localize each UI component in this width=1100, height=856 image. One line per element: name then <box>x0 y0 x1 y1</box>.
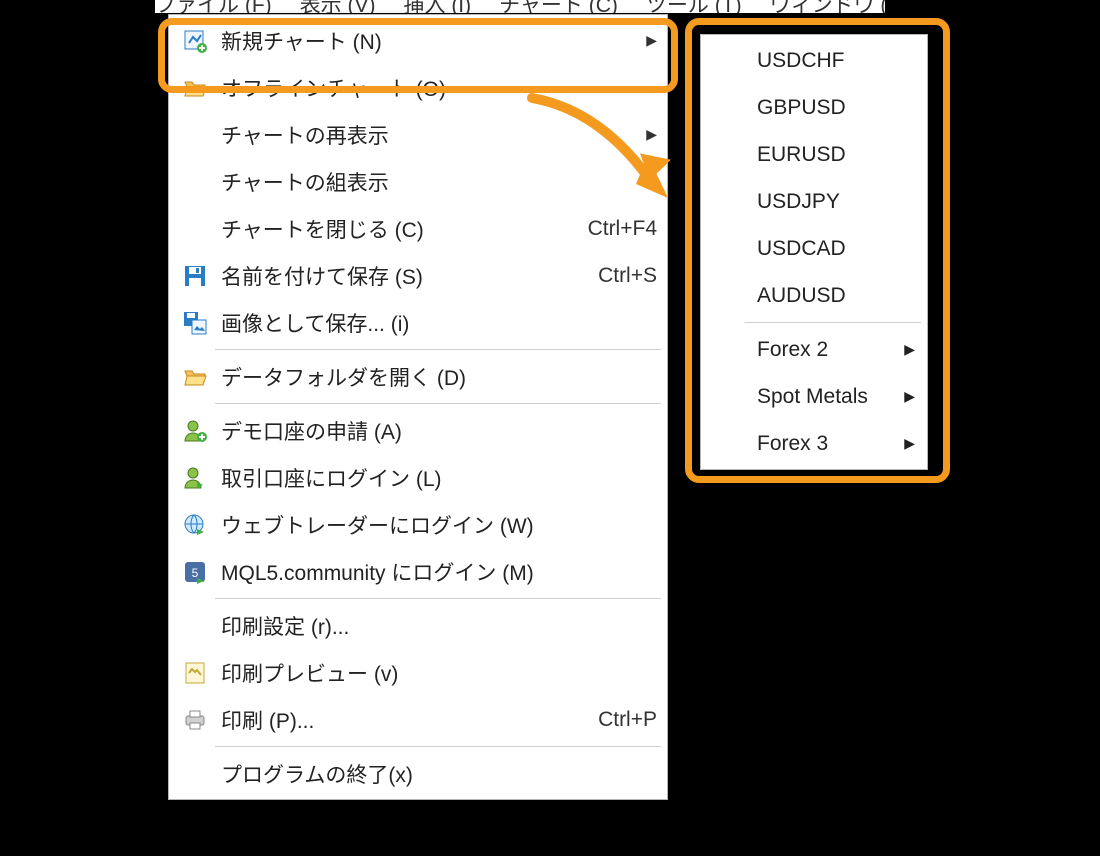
submenu-item-label: Forex 2 <box>757 338 904 362</box>
menubar-item-view[interactable]: 表示 (V) <box>300 0 376 13</box>
menu-item-label: データフォルダを開く (D) <box>221 362 657 392</box>
file-menu: 新規チャート (N)▶オフラインチャート (O)チャートの再表示▶チャートの組表… <box>168 14 668 800</box>
menu-item[interactable]: チャートの再表示 ▶ <box>169 111 667 158</box>
menu-item-label: 印刷設定 (r)... <box>221 611 657 641</box>
menu-item[interactable]: 印刷 (P)... Ctrl+P <box>169 696 667 743</box>
submenu-item-label: EURUSD <box>757 143 915 167</box>
menu-item[interactable]: 印刷設定 (r)... <box>169 602 667 649</box>
menu-item-label: プログラムの終了(x) <box>221 759 657 789</box>
menu-item-label: 印刷 (P)... <box>221 705 588 735</box>
menu-item-label: 名前を付けて保存 (S) <box>221 261 588 291</box>
menu-shortcut: Ctrl+S <box>598 264 657 288</box>
folder-open-icon <box>169 365 221 389</box>
submenu-item[interactable]: GBPUSD <box>701 84 927 131</box>
chevron-right-icon: ▶ <box>646 126 657 143</box>
menubar-item-insert[interactable]: 挿入 (I) <box>403 0 471 13</box>
menu-item-label: 取引口座にログイン (L) <box>221 463 657 493</box>
menu-item[interactable]: 画像として保存... (i) <box>169 299 667 346</box>
user-login-icon <box>169 466 221 490</box>
menu-separator <box>215 746 661 747</box>
submenu-item-label: USDJPY <box>757 190 915 214</box>
chevron-right-icon: ▶ <box>904 435 915 452</box>
submenu-item-label: AUDUSD <box>757 284 915 308</box>
chevron-right-icon: ▶ <box>646 32 657 49</box>
menubar: ファイル (F) 表示 (V) 挿入 (I) チャート (C) ツール (T) … <box>155 0 885 13</box>
chevron-right-icon: ▶ <box>904 388 915 405</box>
menu-item[interactable]: プログラムの終了(x) <box>169 750 667 797</box>
submenu-item[interactable]: USDCAD <box>701 225 927 272</box>
submenu-item[interactable]: Spot Metals▶ <box>701 373 927 420</box>
menu-item[interactable]: 名前を付けて保存 (S) Ctrl+S <box>169 252 667 299</box>
menu-separator <box>215 349 661 350</box>
submenu-item-label: Spot Metals <box>757 385 904 409</box>
new-chart-icon <box>169 29 221 53</box>
submenu-item[interactable]: USDJPY <box>701 178 927 225</box>
menu-item[interactable]: 印刷プレビュー (v) <box>169 649 667 696</box>
menu-item[interactable]: 取引口座にログイン (L) <box>169 454 667 501</box>
new-chart-submenu: USDCHF GBPUSD EURUSD USDJPY USDCAD AUDUSD Fore… <box>700 34 928 470</box>
chevron-right-icon: ▶ <box>904 341 915 358</box>
print-preview-icon <box>169 661 221 685</box>
menu-separator <box>215 403 661 404</box>
menu-item[interactable]: チャートを閉じる (C) Ctrl+F4 <box>169 205 667 252</box>
menu-item[interactable]: オフラインチャート (O) <box>169 64 667 111</box>
menubar-item-file[interactable]: ファイル (F) <box>155 0 272 13</box>
menu-item-label: 印刷プレビュー (v) <box>221 658 657 688</box>
submenu-item[interactable]: USDCHF <box>701 37 927 84</box>
mql5-icon: 5 <box>169 560 221 584</box>
submenu-item-label: USDCAD <box>757 237 915 261</box>
menu-item-label: MQL5.community にログイン (M) <box>221 557 657 587</box>
menu-item[interactable]: ウェブトレーダーにログイン (W) <box>169 501 667 548</box>
svg-text:5: 5 <box>192 566 199 580</box>
submenu-item[interactable]: Forex 3▶ <box>701 420 927 467</box>
menu-item[interactable]: データフォルダを開く (D) <box>169 353 667 400</box>
menu-item-label: ウェブトレーダーにログイン (W) <box>221 510 657 540</box>
menu-item-label: チャートを閉じる (C) <box>221 214 578 244</box>
save-icon <box>169 264 221 288</box>
menu-item-label: デモ口座の申請 (A) <box>221 416 657 446</box>
menu-shortcut: Ctrl+P <box>598 708 657 732</box>
menu-item[interactable]: デモ口座の申請 (A) <box>169 407 667 454</box>
submenu-item-label: USDCHF <box>757 49 915 73</box>
menu-item[interactable]: 5 MQL5.community にログイン (M) <box>169 548 667 595</box>
menu-shortcut: Ctrl+F4 <box>588 217 657 241</box>
menubar-item-tool[interactable]: ツール (T) <box>646 0 742 13</box>
submenu-item-label: GBPUSD <box>757 96 915 120</box>
menubar-item-window[interactable]: ウィンドウ (W) <box>770 0 885 13</box>
menu-separator <box>215 598 661 599</box>
menu-item-label: 新規チャート (N) <box>221 26 638 56</box>
submenu-item[interactable]: Forex 2▶ <box>701 326 927 373</box>
save-image-icon <box>169 311 221 335</box>
menu-separator <box>745 322 921 323</box>
chevron-right-icon: ▶ <box>646 173 657 190</box>
globe-icon <box>169 513 221 537</box>
menu-item-label: チャートの組表示 <box>221 167 638 197</box>
menu-item[interactable]: チャートの組表示 ▶ <box>169 158 667 205</box>
menubar-item-chart[interactable]: チャート (C) <box>499 0 618 13</box>
printer-icon <box>169 708 221 732</box>
submenu-item[interactable]: AUDUSD <box>701 272 927 319</box>
menu-item[interactable]: 新規チャート (N) ▶ <box>169 17 667 64</box>
menu-item-label: チャートの再表示 <box>221 120 638 150</box>
menu-item-label: 画像として保存... (i) <box>221 308 657 338</box>
user-add-icon <box>169 419 221 443</box>
folder-open-icon <box>169 76 221 100</box>
submenu-item[interactable]: EURUSD <box>701 131 927 178</box>
submenu-item-label: Forex 3 <box>757 432 904 456</box>
menu-item-label: オフラインチャート (O) <box>221 73 657 103</box>
